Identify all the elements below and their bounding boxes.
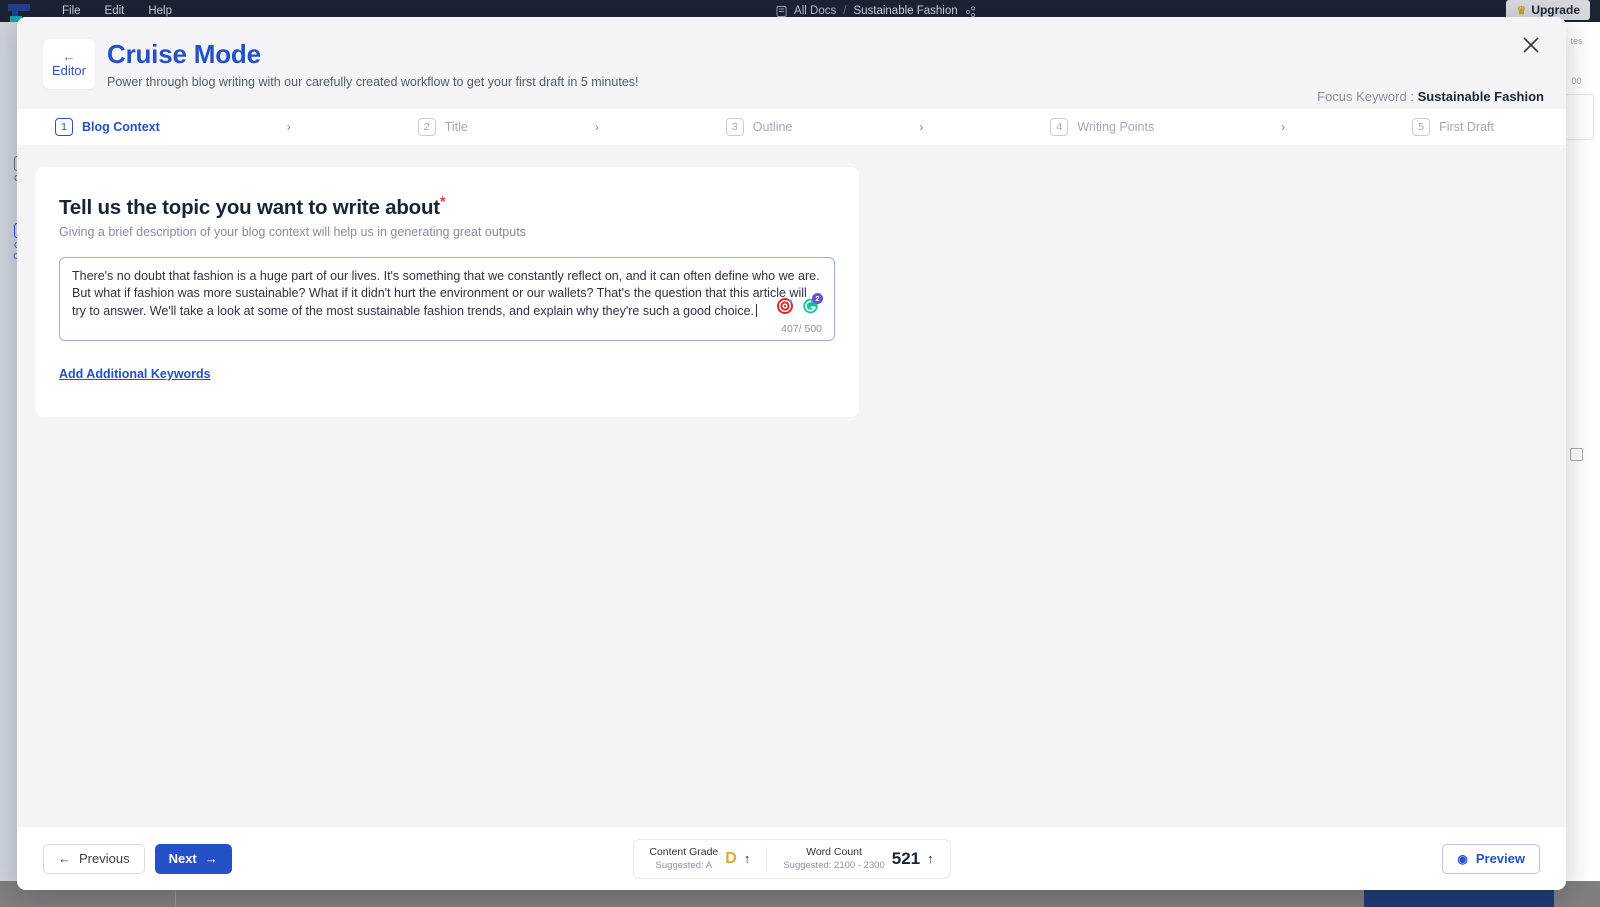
- cruise-mode-modal: ← Editor Cruise Mode Power through blog …: [17, 17, 1566, 890]
- step-label: Writing Points: [1077, 120, 1154, 134]
- stats-divider: [766, 847, 767, 871]
- copy-icon[interactable]: [1570, 448, 1583, 461]
- add-additional-keywords-link[interactable]: Add Additional Keywords: [59, 367, 211, 381]
- word-count-suggested: Suggested: 2100 - 2300: [783, 859, 884, 872]
- step-outline[interactable]: 3 Outline: [726, 118, 793, 136]
- docs-icon: [776, 6, 787, 17]
- step-label: First Draft: [1439, 120, 1494, 134]
- target-icon[interactable]: [777, 297, 794, 314]
- blog-context-textarea[interactable]: There's no doubt that fashion is a huge …: [59, 257, 835, 341]
- textarea-value: There's no doubt that fashion is a huge …: [72, 268, 824, 321]
- step-separator-icon: ›: [792, 120, 1050, 134]
- step-title[interactable]: 2 Title: [418, 118, 468, 136]
- step-navigation: 1 Blog Context › 2 Title › 3 Outline › 4…: [17, 109, 1566, 145]
- content-grade-title: Content Grade: [649, 846, 718, 859]
- step-number: 5: [1412, 118, 1430, 136]
- focus-keyword: Focus Keyword : Sustainable Fashion: [1317, 89, 1544, 104]
- app-menu-bar[interactable]: File Edit Help: [62, 5, 172, 17]
- step-number: 4: [1050, 118, 1068, 136]
- previous-button[interactable]: ← Previous: [43, 844, 145, 874]
- breadcrumb-doc-title[interactable]: Sustainable Fashion: [853, 5, 957, 17]
- content-grade-stat: Content Grade Suggested: A D ↑: [649, 846, 750, 872]
- step-separator-icon: ›: [468, 120, 726, 134]
- preview-button[interactable]: ◉ Preview: [1442, 844, 1540, 874]
- grammarly-icon[interactable]: 2: [802, 297, 819, 314]
- step-label: Blog Context: [82, 120, 160, 134]
- step-label: Outline: [753, 120, 793, 134]
- content-stats-bar: Content Grade Suggested: A D ↑ Word Coun…: [632, 839, 950, 879]
- modal-title: Cruise Mode: [107, 39, 261, 70]
- blog-context-card: Tell us the topic you want to write abou…: [35, 167, 859, 417]
- card-description: Giving a brief description of your blog …: [59, 225, 835, 239]
- breadcrumb-all-docs[interactable]: All Docs: [794, 5, 836, 17]
- step-number: 3: [726, 118, 744, 136]
- crown-icon: ♛: [1516, 4, 1526, 17]
- step-first-draft[interactable]: 5 First Draft: [1412, 118, 1494, 136]
- arrow-left-icon: ←: [63, 51, 76, 62]
- menu-help[interactable]: Help: [148, 5, 172, 17]
- eye-icon: ◉: [1457, 852, 1467, 866]
- back-to-editor-label: Editor: [52, 63, 86, 78]
- arrow-up-icon: ↑: [927, 851, 934, 866]
- text-caret: [756, 304, 757, 317]
- step-label: Title: [445, 120, 468, 134]
- modal-header: ← Editor Cruise Mode Power through blog …: [17, 17, 1566, 109]
- card-heading-text: Tell us the topic you want to write abou…: [59, 196, 440, 219]
- step-writing-points[interactable]: 4 Writing Points: [1050, 118, 1154, 136]
- modal-body: Tell us the topic you want to write abou…: [17, 145, 1566, 827]
- focus-keyword-value: Sustainable Fashion: [1418, 89, 1544, 104]
- character-counter: 407/ 500: [781, 323, 822, 335]
- word-count-value: 521: [892, 849, 920, 869]
- focus-keyword-label: Focus Keyword :: [1317, 89, 1414, 104]
- step-blog-context[interactable]: 1 Blog Context: [55, 118, 160, 136]
- word-count-title: Word Count: [783, 846, 884, 859]
- menu-edit[interactable]: Edit: [105, 5, 125, 17]
- required-mark: *: [440, 193, 445, 209]
- content-grade-value: D: [725, 850, 737, 868]
- close-icon[interactable]: [1518, 32, 1544, 58]
- arrow-up-icon: ↑: [744, 851, 751, 866]
- previous-label: Previous: [79, 851, 130, 866]
- arrow-right-icon: →: [205, 851, 218, 866]
- next-button[interactable]: Next →: [155, 844, 232, 874]
- grammarly-badge: 2: [812, 293, 823, 304]
- step-separator-icon: ›: [160, 120, 418, 134]
- back-to-editor-button[interactable]: ← Editor: [43, 39, 95, 89]
- share-icon[interactable]: [965, 6, 976, 17]
- next-label: Next: [169, 851, 197, 866]
- preview-label: Preview: [1476, 851, 1525, 866]
- upgrade-label: Upgrade: [1531, 3, 1580, 17]
- menu-file[interactable]: File: [62, 5, 81, 17]
- page-title: Tell us the topic you want to write abou…: [59, 193, 835, 220]
- arrow-left-icon: ←: [58, 851, 71, 866]
- step-separator-icon: ›: [1154, 120, 1412, 134]
- breadcrumb-separator: /: [843, 5, 846, 17]
- step-number: 1: [55, 118, 73, 136]
- modal-subtitle: Power through blog writing with our care…: [107, 75, 639, 89]
- content-grade-suggested: Suggested: A: [649, 859, 718, 872]
- step-number: 2: [418, 118, 436, 136]
- breadcrumb: All Docs / Sustainable Fashion: [776, 5, 976, 17]
- modal-footer: ← Previous Next → Content Grade Suggeste…: [17, 827, 1566, 890]
- word-count-stat: Word Count Suggested: 2100 - 2300 521 ↑: [783, 846, 933, 872]
- textarea-icons: 2: [777, 297, 819, 314]
